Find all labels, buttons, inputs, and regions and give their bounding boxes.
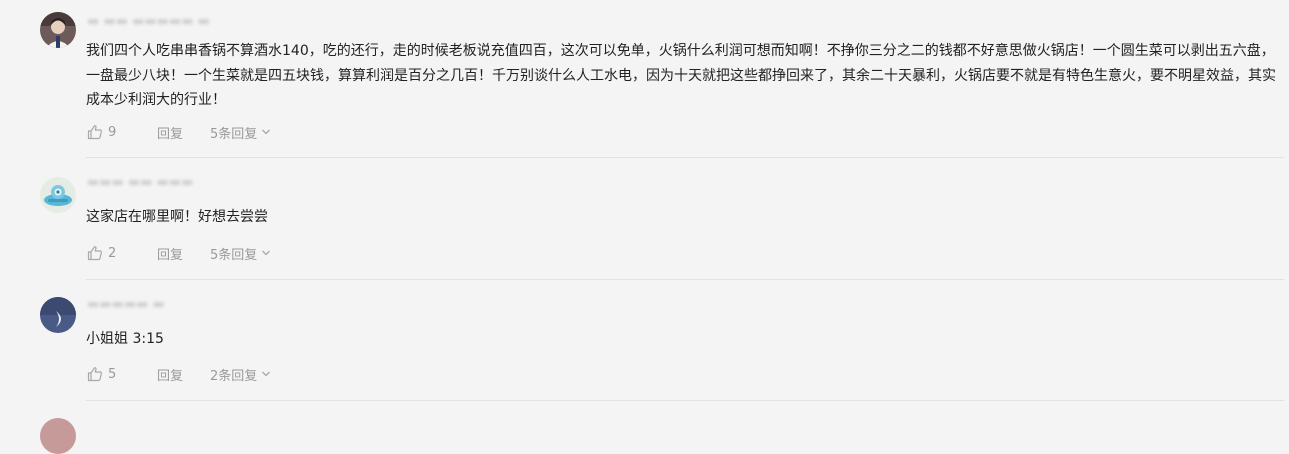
chevron-down-icon (262, 371, 271, 377)
divider (86, 157, 1284, 158)
like-button[interactable]: 5 (87, 366, 157, 382)
chevron-down-icon (262, 129, 271, 135)
like-count: 9 (108, 124, 117, 140)
thumbs-up-icon (87, 125, 102, 140)
thumbs-up-icon (87, 367, 102, 382)
like-button[interactable]: 2 (87, 245, 157, 261)
username[interactable]: ▬▬▬ ▬▬ ▬▬▬ (87, 175, 194, 191)
comment-text: 这家店在哪里啊！好想去尝尝 (86, 209, 268, 225)
divider (86, 400, 1284, 401)
view-replies-button[interactable]: 5条回复 (210, 244, 271, 263)
like-button[interactable]: 9 (87, 124, 157, 140)
like-count: 2 (108, 245, 117, 261)
avatar[interactable] (40, 177, 76, 213)
like-count: 5 (108, 366, 117, 382)
avatar[interactable] (40, 12, 76, 48)
comment-actions: 9 回复 5条回复 (87, 122, 271, 142)
replies-count-label: 5条回复 (210, 126, 258, 142)
comment-text: 我们四个人吃串串香锅不算酒水140，吃的还行，走的时候老板说充值四百，这次可以免… (86, 43, 1276, 108)
username[interactable]: ▬ ▬▬ ▬▬▬▬▬ ▬ (87, 14, 210, 30)
reply-button[interactable]: 回复 (157, 123, 210, 142)
reply-button[interactable]: 回复 (157, 365, 210, 384)
view-replies-button[interactable]: 2条回复 (210, 365, 271, 384)
avatar[interactable] (40, 297, 76, 333)
avatar[interactable] (40, 418, 76, 454)
comment-text: 小姐姐 3:15 (86, 331, 164, 347)
thumbs-up-icon (87, 246, 102, 261)
chevron-down-icon (262, 250, 271, 256)
replies-count-label: 5条回复 (210, 247, 258, 263)
comment-actions: 2 回复 5条回复 (87, 243, 271, 263)
username[interactable]: ▬▬▬▬▬ ▬ (87, 297, 165, 313)
replies-count-label: 2条回复 (210, 368, 258, 384)
view-replies-button[interactable]: 5条回复 (210, 123, 271, 142)
comment-actions: 5 回复 2条回复 (87, 364, 271, 384)
divider (86, 279, 1284, 280)
reply-button[interactable]: 回复 (157, 244, 210, 263)
